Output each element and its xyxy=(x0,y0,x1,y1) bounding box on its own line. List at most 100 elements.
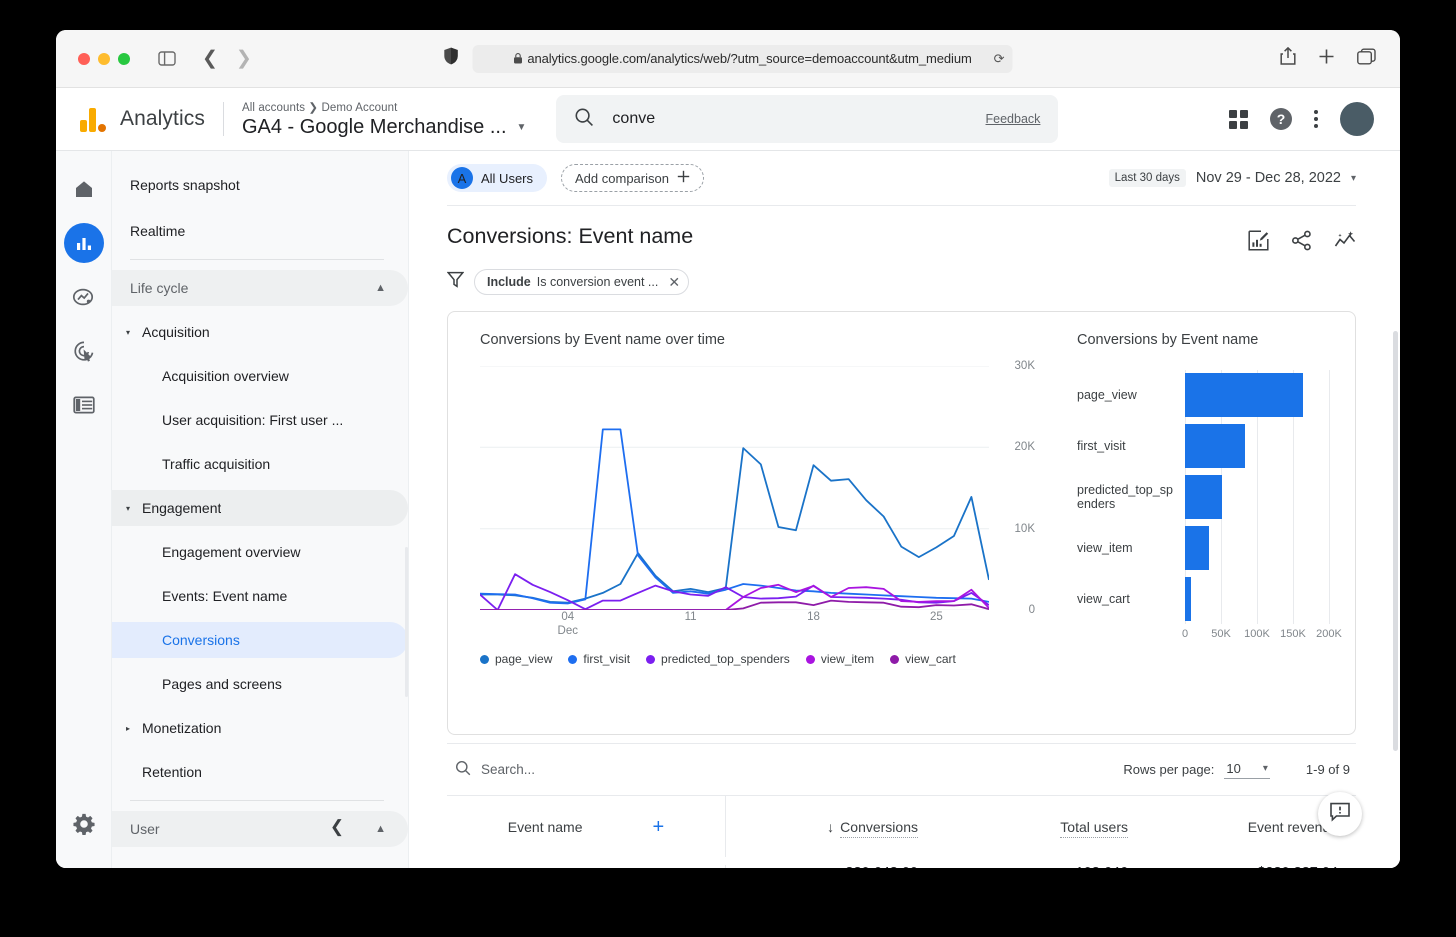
rail-item-explore[interactable] xyxy=(64,277,104,317)
nav-separator xyxy=(130,259,384,260)
more-vertical-icon[interactable] xyxy=(1314,110,1318,128)
bar-track xyxy=(1185,421,1321,472)
rail-item-reports[interactable] xyxy=(63,223,104,263)
maximize-window-button[interactable] xyxy=(118,52,130,65)
table-search[interactable]: Search... xyxy=(455,760,535,779)
sidebar-item-label: Engagement xyxy=(142,500,222,516)
report-actions xyxy=(1248,224,1356,256)
gear-icon[interactable] xyxy=(72,813,95,840)
sidebar-item-engagement-overview[interactable]: Engagement overview xyxy=(112,534,408,570)
bar-chart-row[interactable]: view_cart xyxy=(1077,573,1329,624)
table-column-total-users[interactable]: Total users xyxy=(936,818,1146,838)
sidebar-toggle-icon[interactable] xyxy=(158,51,176,66)
bar[interactable] xyxy=(1185,424,1245,469)
window-controls[interactable] xyxy=(78,52,130,65)
reload-icon[interactable]: ⟳ xyxy=(994,51,1005,67)
bar-label: view_cart xyxy=(1077,591,1130,606)
legend-item[interactable]: first_visit xyxy=(568,652,630,666)
forward-arrow-icon[interactable]: ❯ xyxy=(236,49,252,68)
avatar[interactable] xyxy=(1340,102,1374,136)
sidebar-section-user[interactable]: User ▲ xyxy=(112,811,408,847)
bar[interactable] xyxy=(1185,373,1303,418)
main-scrollbar[interactable] xyxy=(1393,331,1398,751)
line-chart[interactable]: 0 10K 20K 30K 04 Dec 11 18 25 xyxy=(480,360,1043,640)
rail-item-home[interactable] xyxy=(64,169,104,209)
address-bar[interactable]: analytics.google.com/analytics/web/?utm_… xyxy=(472,44,1013,73)
total-value: $280,387.04 xyxy=(1146,865,1338,868)
global-search[interactable]: conve Feedback xyxy=(556,95,1059,143)
sidebar-item-label: Acquisition overview xyxy=(162,368,289,384)
property-selector[interactable]: All accounts ❯ Demo Account GA4 - Google… xyxy=(242,100,526,139)
feedback-button[interactable] xyxy=(1318,792,1362,836)
plus-icon[interactable]: + xyxy=(653,817,665,837)
legend-item[interactable]: view_cart xyxy=(890,652,956,666)
minimize-window-button[interactable] xyxy=(98,52,110,65)
segment-controls: A All Users Add comparison Last 30 days … xyxy=(447,151,1356,205)
sidebar-item-monetization[interactable]: ▸ Monetization xyxy=(112,710,408,746)
tab-overview-icon[interactable] xyxy=(1357,48,1376,70)
triangle-right-icon[interactable]: ▸ xyxy=(126,724,140,733)
sidebar-item-retention[interactable]: Retention xyxy=(112,754,408,790)
rail-item-library[interactable] xyxy=(64,385,104,425)
sidebar-item-engagement[interactable]: ▾ Engagement xyxy=(112,490,408,526)
sidebar-item-conversions[interactable]: Conversions xyxy=(112,622,408,658)
sidebar-item-acquisition-overview[interactable]: Acquisition overview xyxy=(112,358,408,394)
y-tick-label: 20K xyxy=(1014,441,1035,454)
close-window-button[interactable] xyxy=(78,52,90,65)
bar-chart[interactable]: page_view first_visit predicted_top_spende… xyxy=(1077,370,1342,650)
share-icon[interactable] xyxy=(1280,46,1296,70)
help-icon[interactable]: ? xyxy=(1270,108,1292,130)
total-value: 103,646 xyxy=(936,865,1128,868)
search-input[interactable]: conve xyxy=(612,110,967,128)
header-feedback-link[interactable]: Feedback xyxy=(986,112,1041,126)
sidebar-item-traffic-acquisition[interactable]: Traffic acquisition xyxy=(112,446,408,482)
close-icon[interactable]: ✕ xyxy=(668,274,680,291)
sidebar-item-acquisition[interactable]: ▾ Acquisition xyxy=(112,314,408,350)
line-chart-legend: page_view first_visit predicted_top_spende… xyxy=(480,652,1043,666)
table-column-label: Conversions xyxy=(840,818,918,838)
sidebar-item-realtime[interactable]: Realtime xyxy=(112,213,408,249)
rows-per-page-select[interactable]: 10 ▾ xyxy=(1224,761,1270,779)
legend-item[interactable]: page_view xyxy=(480,652,552,666)
sidebar-item-pages-and-screens[interactable]: Pages and screens xyxy=(112,666,408,702)
customize-report-icon[interactable] xyxy=(1248,230,1269,256)
insights-icon[interactable] xyxy=(1334,230,1356,256)
rail-item-advertising[interactable] xyxy=(64,331,104,371)
browser-navigation[interactable]: ❮ ❯ xyxy=(202,49,252,68)
bar[interactable] xyxy=(1185,576,1191,621)
legend-item[interactable]: predicted_top_spenders xyxy=(646,652,790,666)
bar-chart-row[interactable]: view_item xyxy=(1077,522,1329,573)
bar-chart-row[interactable]: page_view xyxy=(1077,370,1329,421)
sidebar-section-life-cycle[interactable]: Life cycle ▲ xyxy=(112,270,408,306)
back-arrow-icon[interactable]: ❮ xyxy=(202,49,218,68)
segment-chip-all-users[interactable]: A All Users xyxy=(447,164,548,192)
sidebar-item-events-event-name[interactable]: Events: Event name xyxy=(112,578,408,614)
bar[interactable] xyxy=(1185,525,1210,570)
chevron-down-icon[interactable]: ▾ xyxy=(1351,173,1356,184)
date-range-picker[interactable]: Last 30 days Nov 29 - Dec 28, 2022 ▾ xyxy=(1108,169,1356,187)
bar-chart-row[interactable]: predicted_top_spenders xyxy=(1077,472,1329,523)
bar[interactable] xyxy=(1185,474,1222,519)
search-input[interactable]: Search... xyxy=(481,762,535,777)
chevron-up-icon[interactable]: ▲ xyxy=(375,823,386,835)
new-tab-icon[interactable] xyxy=(1318,48,1335,70)
bar-chart-row[interactable]: first_visit xyxy=(1077,421,1329,472)
collapse-nav-button[interactable]: ❮ xyxy=(318,808,356,846)
add-comparison-button[interactable]: Add comparison xyxy=(561,164,704,192)
nav-scrollbar[interactable] xyxy=(405,547,408,697)
apps-grid-icon[interactable] xyxy=(1229,109,1248,129)
filter-chip[interactable]: Include Is conversion event ... ✕ xyxy=(474,269,690,295)
triangle-down-icon[interactable]: ▾ xyxy=(126,328,140,337)
chevron-down-icon[interactable]: ▼ xyxy=(517,122,527,133)
table-column-event-name[interactable]: Event name + xyxy=(447,796,726,857)
table-column-conversions[interactable]: ↓ Conversions xyxy=(726,818,936,838)
chevron-up-icon[interactable]: ▲ xyxy=(375,282,386,294)
triangle-down-icon[interactable]: ▾ xyxy=(126,504,140,513)
legend-item[interactable]: view_item xyxy=(805,652,874,666)
share-icon[interactable] xyxy=(1291,230,1312,256)
sidebar-item-user-acquisition[interactable]: User acquisition: First user ... xyxy=(112,402,408,438)
line-chart-x-axis: 04 Dec 11 18 25 xyxy=(480,610,989,640)
shield-icon[interactable] xyxy=(444,47,459,70)
sidebar-item-demographics[interactable]: ▸ Demographics xyxy=(112,855,408,868)
sidebar-item-reports-snapshot[interactable]: Reports snapshot xyxy=(112,167,408,203)
